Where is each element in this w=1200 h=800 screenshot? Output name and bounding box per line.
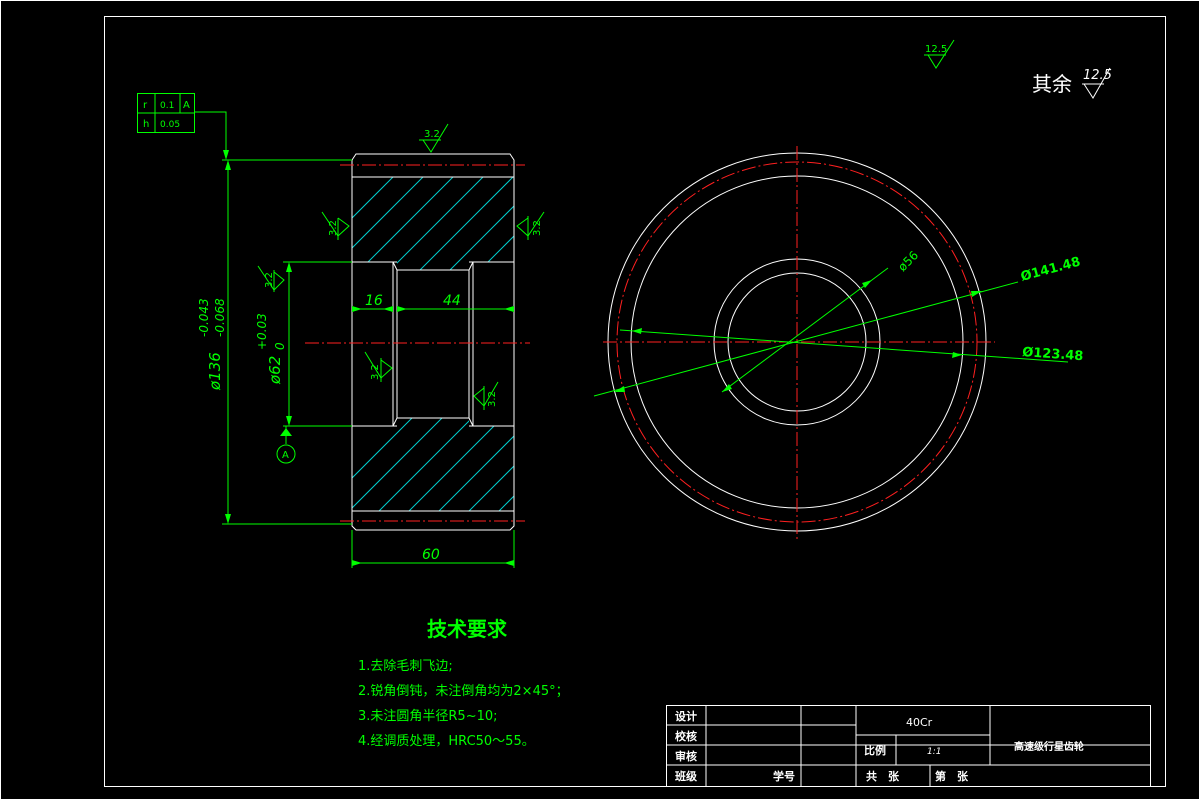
inner-frame <box>104 16 1166 787</box>
tolerance-frame: r 0.1 A h 0.05 <box>137 93 229 160</box>
roughness-left-outer-value: 3.2 <box>328 220 339 236</box>
roughness-bore-right-value: 3.2 <box>487 391 498 407</box>
roughness-left-outer: 3.2 <box>321 211 350 240</box>
roughness-bore-right: 3.2 <box>473 381 499 410</box>
tb-label-check: 校核 <box>675 729 697 743</box>
outer-dia-tol-upper: -0.043 <box>197 298 211 337</box>
roughness-right-outer: 3.2 <box>516 211 545 240</box>
dim-d123: Ø123.48 <box>619 328 1084 364</box>
d56-text: ø56 <box>895 248 921 274</box>
datum-a-label: A <box>282 450 289 461</box>
tech-requirement-1: 1.去除毛刺飞边; <box>358 659 453 674</box>
tech-requirements: 技术要求 1.去除毛刺飞边; 2.锐角倒钝，未注倒角均为2×45°； 3.未注圆… <box>358 617 569 749</box>
datum-a: A <box>276 426 296 464</box>
d123-text: Ø123.48 <box>1022 345 1084 364</box>
tb-label-student-no: 学号 <box>773 769 795 783</box>
tb-label-design: 设计 <box>675 709 697 723</box>
roughness-bore-left: 3.2 <box>257 265 285 292</box>
outer-dia-text: ø136 <box>206 352 224 391</box>
tolerance-symbol-flat: h <box>143 119 149 130</box>
tolerance-value-2: 0.05 <box>160 120 180 130</box>
tb-scale-label: 比例 <box>864 743 886 757</box>
bore-dia-tol-lower: 0 <box>273 342 287 350</box>
other-roughness-value: 12.5 <box>1083 68 1112 83</box>
roughness-bore-left-value: 3.2 <box>264 272 275 288</box>
tb-part-name: 高速级行星齿轮 <box>1014 740 1084 753</box>
outer-frame <box>0 0 1200 800</box>
tb-scale-value: 1:1 <box>927 747 941 757</box>
d141-text: Ø141.48 <box>1019 255 1082 285</box>
tolerance-datum: A <box>183 100 190 111</box>
roughness-bore-inner: 3.2 <box>364 351 393 382</box>
roughness-right-outer-value: 3.2 <box>532 220 543 236</box>
bore-len-text: 44 <box>443 293 461 309</box>
bore-dia-tol-upper: +0.03 <box>255 313 269 350</box>
dim-recess-16: 16 <box>352 293 393 312</box>
top-roughness-symbol: 12.5 <box>924 39 955 69</box>
roughness-bore-inner-value: 3.2 <box>370 364 381 380</box>
tech-requirement-4: 4.经调质处理，HRC50～55。 <box>358 734 535 749</box>
tolerance-value-1: 0.1 <box>160 101 174 111</box>
tb-label-class: 班级 <box>675 769 698 783</box>
tb-sheet-num: 第 张 <box>935 769 969 783</box>
tolerance-symbol-runout: r <box>143 100 148 111</box>
roughness-top-value: 3.2 <box>424 129 440 140</box>
roughness-top: 3.2 <box>419 123 449 153</box>
cad-drawing: 12.5 其余 12.5 r 0.1 A h 0.05 ø136 -0.043 … <box>0 0 1200 800</box>
outer-dia-tol-lower: -0.068 <box>213 298 227 337</box>
tech-requirement-2: 2.锐角倒钝，未注倒角均为2×45°； <box>358 684 569 699</box>
tb-label-review: 审核 <box>675 749 697 763</box>
tech-requirement-3: 3.未注圆角半径R5~10; <box>358 709 498 724</box>
tb-material: 40Cr <box>906 716 933 729</box>
dim-bore-44: 44 <box>397 293 514 312</box>
bore-dia-text: ø62 <box>266 356 284 385</box>
other-roughness-label: 其余 <box>1032 72 1072 96</box>
dim-outer-diameter: ø136 -0.043 -0.068 <box>197 159 352 525</box>
top-roughness-value: 12.5 <box>925 44 947 55</box>
tech-requirements-title: 技术要求 <box>427 617 508 641</box>
dim-d141: Ø141.48 <box>593 255 1082 397</box>
hatch-bottom <box>352 418 514 511</box>
dim-d56: ø56 <box>721 248 921 393</box>
tb-sheet-total: 共 张 <box>866 769 900 783</box>
recess-len-text: 16 <box>365 293 383 309</box>
width-text: 60 <box>422 547 440 563</box>
other-roughness-note: 其余 12.5 <box>1032 67 1112 99</box>
dim-width-60: 60 <box>351 530 515 568</box>
title-block: 设计 校核 审核 班级 学号 40Cr 比例 1:1 高速级行星齿轮 共 张 第… <box>666 705 1151 787</box>
